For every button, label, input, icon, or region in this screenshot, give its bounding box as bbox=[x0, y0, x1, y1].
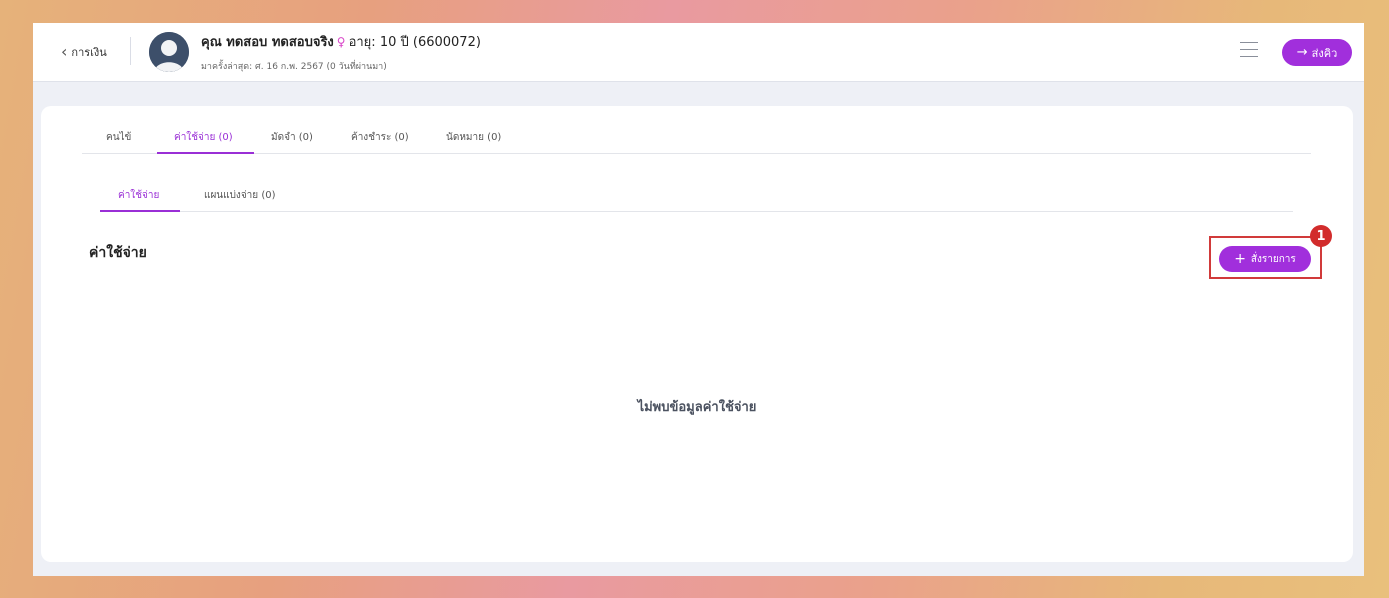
active-subtab-indicator bbox=[100, 210, 180, 212]
age-info: อายุ: 10 ปี (6600072) bbox=[348, 35, 481, 50]
main-tabs: คนไข้ ค่าใช้จ่าย (0) มัดจำ (0) ค้างชำระ … bbox=[82, 124, 1311, 154]
active-tab-indicator bbox=[157, 152, 254, 154]
send-queue-button[interactable]: → ส่งคิว bbox=[1282, 39, 1352, 66]
patient-name-line: คุณ ทดสอบ ทดสอบจริง ♀ อายุ: 10 ปี (66000… bbox=[201, 31, 481, 52]
login-arrow-icon: → bbox=[1296, 45, 1308, 60]
content-card: คนไข้ ค่าใช้จ่าย (0) มัดจำ (0) ค้างชำระ … bbox=[41, 106, 1353, 562]
avatar bbox=[149, 32, 189, 72]
back-button[interactable]: ‹ การเงิน bbox=[61, 43, 107, 61]
tab-appointments[interactable]: นัดหมาย (0) bbox=[446, 130, 501, 145]
tab-patient[interactable]: คนไข้ bbox=[106, 130, 131, 145]
tab-expenses[interactable]: ค่าใช้จ่าย (0) bbox=[174, 130, 233, 145]
app-window: ‹ การเงิน คุณ ทดสอบ ทดสอบจริง ♀ อายุ: 10… bbox=[33, 23, 1364, 576]
sub-tabs: ค่าใช้จ่าย แผนแบ่งจ่าย (0) bbox=[100, 183, 1293, 212]
top-bar: ‹ การเงิน คุณ ทดสอบ ทดสอบจริง ♀ อายุ: 10… bbox=[33, 23, 1364, 82]
subtab-expenses[interactable]: ค่าใช้จ่าย bbox=[118, 188, 159, 203]
empty-state-message: ไม่พบข้อมูลค่าใช้จ่าย bbox=[637, 400, 757, 415]
section-title: ค่าใช้จ่าย bbox=[89, 245, 147, 261]
chevron-left-icon: ‹ bbox=[61, 42, 68, 61]
subtab-installment-plan[interactable]: แผนแบ่งจ่าย (0) bbox=[204, 188, 276, 203]
annotation-badge: 1 bbox=[1310, 225, 1332, 247]
user-icon bbox=[149, 32, 189, 72]
hamburger-menu-icon[interactable] bbox=[1240, 42, 1258, 58]
tab-deposit[interactable]: มัดจำ (0) bbox=[271, 130, 313, 145]
annotation-highlight-box bbox=[1209, 236, 1322, 279]
female-icon: ♀ bbox=[336, 34, 346, 49]
back-label: การเงิน bbox=[71, 46, 107, 59]
last-visit: มาครั้งล่าสุด: ศ. 16 ก.พ. 2567 (0 วันที่… bbox=[201, 62, 387, 72]
patient-name: คุณ ทดสอบ ทดสอบจริง bbox=[201, 35, 334, 50]
tab-outstanding[interactable]: ค้างชำระ (0) bbox=[351, 130, 409, 145]
divider bbox=[130, 37, 131, 65]
send-queue-label: ส่งคิว bbox=[1311, 46, 1338, 60]
